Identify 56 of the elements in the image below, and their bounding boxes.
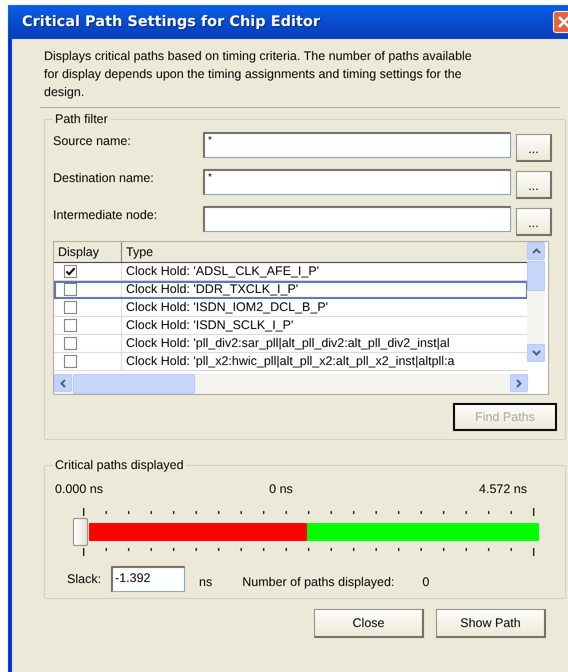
scale-label: 0.000 ns bbox=[55, 482, 103, 496]
checkbox[interactable] bbox=[64, 319, 77, 332]
scroll-right-button[interactable] bbox=[510, 374, 528, 392]
chevron-left-icon bbox=[60, 378, 66, 388]
paths-count-label: Number of paths displayed: bbox=[242, 575, 394, 589]
table-row[interactable]: Clock Hold: 'DDR_TXCLK_I_P' bbox=[54, 281, 528, 299]
table-row[interactable]: Clock Hold: 'pll_x2:hwic_pll|alt_pll_x2:alt_pll_x2_inst|altpll:a bbox=[54, 353, 528, 371]
scroll-left-button[interactable] bbox=[54, 374, 72, 392]
table-cell-text: Clock Hold: 'ISDN_SCLK_I_P' bbox=[125, 317, 294, 334]
field-label: Intermediate node: bbox=[53, 208, 158, 222]
checkbox[interactable] bbox=[64, 265, 77, 278]
scroll-thumb[interactable] bbox=[527, 261, 545, 291]
input-field[interactable] bbox=[203, 206, 511, 232]
scale-label: 4.572 ns bbox=[479, 482, 527, 496]
table-cell-text: Clock Hold: 'DDR_TXCLK_I_P' bbox=[125, 281, 300, 298]
checkbox[interactable] bbox=[64, 283, 77, 296]
browse-button[interactable]: ... bbox=[516, 170, 552, 198]
vertical-scrollbar[interactable] bbox=[527, 242, 545, 362]
scroll-up-button[interactable] bbox=[527, 242, 545, 260]
scale-label: 0 ns bbox=[269, 482, 293, 496]
scroll-thumb[interactable] bbox=[73, 374, 195, 394]
description-text: Displays critical paths based on timing criteria. The number of paths available for display depends upon the timing assignments and timing settings for the design. bbox=[44, 48, 473, 101]
slack-label: Slack: bbox=[67, 572, 102, 586]
table-row[interactable]: Clock Hold: 'ISDN_IOM2_DCL_B_P' bbox=[54, 299, 528, 317]
table-cell-text: Clock Hold: 'pll_div2:sar_pll|alt_pll_div2:alt_pll_div2_inst|al bbox=[125, 335, 451, 352]
group-title: Path filter bbox=[54, 112, 109, 126]
table-cell-text: Clock Hold: 'ADSL_CLK_AFE_I_P' bbox=[125, 263, 320, 280]
horizontal-scrollbar[interactable] bbox=[54, 374, 528, 394]
table-row[interactable]: Clock Hold: 'ADSL_CLK_AFE_I_P' bbox=[54, 263, 528, 281]
checkbox[interactable] bbox=[64, 355, 77, 368]
input-field[interactable]: * bbox=[203, 168, 511, 194]
table-row[interactable]: Clock Hold: 'ISDN_SCLK_I_P' bbox=[54, 317, 528, 335]
column-header[interactable]: Display bbox=[54, 242, 122, 262]
checkbox[interactable] bbox=[64, 337, 77, 350]
chevron-up-icon bbox=[532, 248, 540, 254]
slack-input[interactable]: -1.392 bbox=[111, 566, 186, 592]
input-field[interactable]: * bbox=[203, 132, 511, 158]
paths-count-value: 0 bbox=[422, 575, 430, 589]
table-row[interactable]: Clock Hold: 'pll_div2:sar_pll|alt_pll_div2:alt_pll_div2_inst|al bbox=[54, 335, 528, 353]
field-label: Source name: bbox=[53, 134, 132, 148]
table-cell-text: Clock Hold: 'pll_x2:hwic_pll|alt_pll_x2:alt_pll_x2_inst|altpll:a bbox=[125, 353, 456, 370]
dialog-button[interactable]: Show Path bbox=[436, 609, 546, 638]
table-cell-text: Clock Hold: 'ISDN_IOM2_DCL_B_P' bbox=[125, 299, 330, 316]
field-label: Destination name: bbox=[53, 170, 155, 184]
unit-label: ns bbox=[199, 575, 212, 589]
group-title: Critical paths displayed bbox=[54, 458, 185, 472]
browse-button[interactable]: ... bbox=[516, 134, 552, 162]
browse-button[interactable]: ... bbox=[516, 208, 552, 236]
chevron-down-icon bbox=[532, 350, 540, 356]
chevron-right-icon bbox=[516, 378, 522, 388]
checkbox[interactable] bbox=[64, 301, 77, 314]
window-title: Critical Path Settings for Chip Editor bbox=[22, 14, 320, 30]
scroll-down-button[interactable] bbox=[527, 344, 545, 362]
close-icon bbox=[556, 14, 568, 30]
dialog-button[interactable]: Close bbox=[314, 609, 424, 638]
slider-thumb[interactable] bbox=[73, 518, 88, 546]
